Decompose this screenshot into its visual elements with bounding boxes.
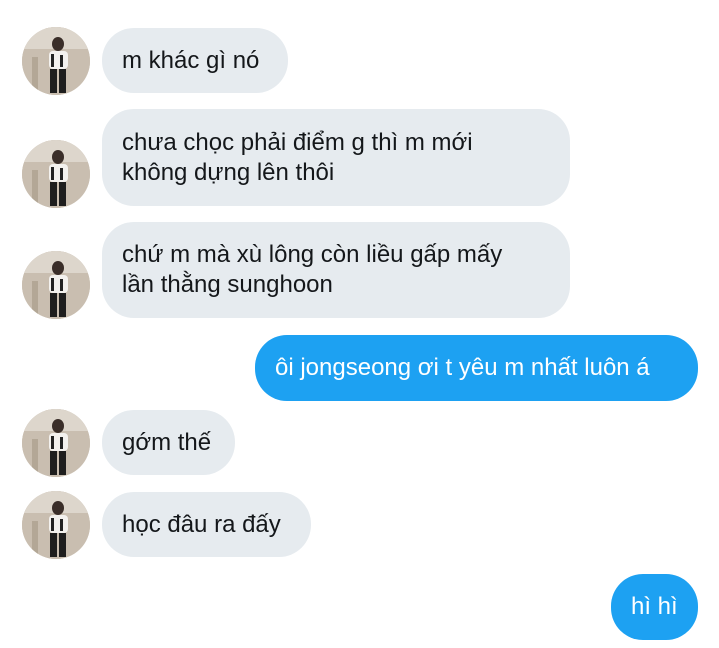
contact-avatar[interactable] [22, 251, 90, 319]
message-bubble-outgoing[interactable]: hì hì [611, 574, 698, 640]
contact-avatar[interactable] [22, 140, 90, 208]
message-bubble-incoming[interactable]: gớm thế [102, 410, 235, 475]
message-bubble-incoming[interactable]: chưa chọc phải điểm g thì m mới không dự… [102, 109, 570, 206]
contact-avatar[interactable] [22, 27, 90, 95]
message-text: lần thằng sunghoon [122, 271, 333, 298]
message-text: chứ m mà xù lông còn liều gấp mấy [122, 241, 503, 268]
message-bubble-outgoing[interactable]: ôi jongseong ơi t yêu m nhất luôn á [255, 335, 698, 401]
avatar-photo-icon [22, 491, 90, 559]
message-bubble-incoming[interactable]: chứ m mà xù lông còn liều gấp mấy lần th… [102, 222, 570, 318]
avatar-photo-icon [22, 409, 90, 477]
avatar-photo-icon [22, 251, 90, 319]
message-text: hì hì [631, 593, 678, 620]
contact-avatar[interactable] [22, 409, 90, 477]
contact-avatar[interactable] [22, 491, 90, 559]
message-text: chưa chọc phải điểm g thì m mới [122, 129, 473, 156]
message-text: ôi jongseong ơi t yêu m nhất luôn á [275, 354, 650, 381]
message-text: học đâu ra đấy [122, 510, 281, 538]
avatar-photo-icon [22, 27, 90, 95]
message-bubble-incoming[interactable]: học đâu ra đấy [102, 492, 311, 557]
message-text: m khác gì nó [122, 46, 260, 74]
message-thread: m khác gì nó chưa chọc phải điểm g thì m… [0, 0, 719, 648]
message-text: gớm thế [122, 428, 212, 456]
message-text: không dựng lên thôi [122, 159, 335, 186]
message-bubble-incoming[interactable]: m khác gì nó [102, 28, 288, 93]
avatar-photo-icon [22, 140, 90, 208]
